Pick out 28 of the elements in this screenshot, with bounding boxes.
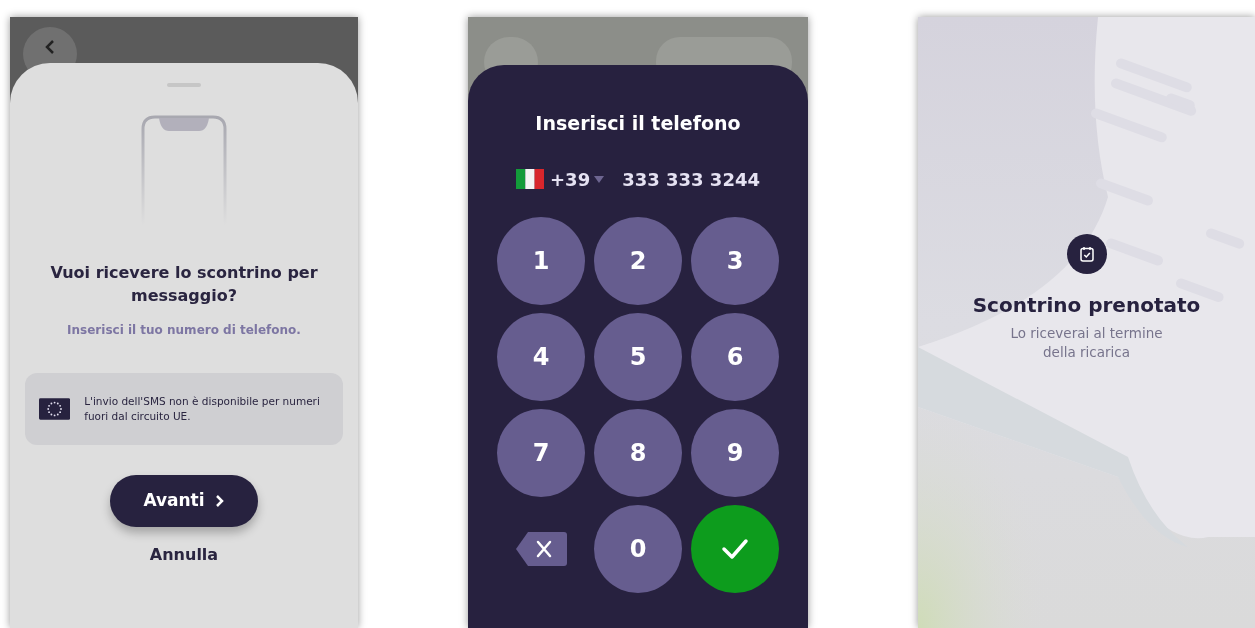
confirmation-title: Scontrino prenotato [972,292,1201,319]
italy-flag-icon [516,169,545,189]
keypad-title: Inserisci il telefono [535,111,741,136]
digit-key[interactable]: 0 [594,504,682,593]
backspace-button[interactable] [514,529,568,568]
dropdown-caret-icon [594,175,605,183]
digit-key[interactable]: 8 [594,408,682,497]
phone-number-field[interactable]: 333 333 3244 [622,165,760,193]
prompt-title: Vuoi ricevere lo scontrino per messaggio? [49,262,319,307]
cancel-link[interactable]: Annulla [149,543,219,567]
backspace-icon [514,529,568,568]
clipboard-check-icon [1079,246,1094,262]
digit-key[interactable]: 9 [691,408,779,497]
digit-key[interactable]: 2 [594,216,682,305]
digit-key[interactable]: 1 [497,216,585,305]
confirmation-message: Lo riceverai al termine della ricarica [1009,324,1164,362]
back-icon [44,39,56,55]
chevron-right-icon [214,494,225,508]
digit-key[interactable]: 4 [497,312,585,401]
country-code-dropdown[interactable]: +39 [550,165,605,193]
prompt-subtitle: Inserisci il tuo numero di telefono. [67,322,301,339]
digit-key[interactable]: 7 [497,408,585,497]
checkmark-icon [721,537,749,560]
digit-key[interactable]: 3 [691,216,779,305]
digit-key[interactable]: 6 [691,312,779,401]
next-button[interactable]: Avanti [110,475,258,527]
digit-key[interactable]: 5 [594,312,682,401]
notice-text: L'invio dell'SMS non è disponibile per numeri fuori dal circuito UE. [84,394,321,424]
